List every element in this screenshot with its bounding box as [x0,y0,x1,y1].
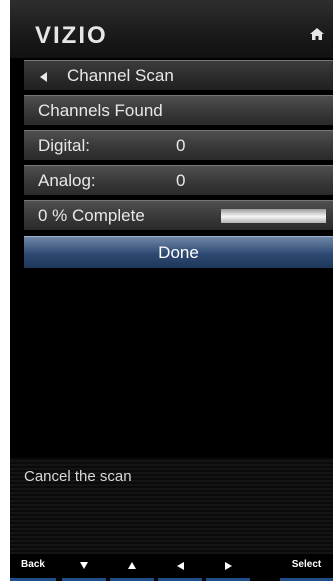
menu-title-row[interactable]: Channel Scan [24,60,333,90]
down-arrow-icon [80,562,88,569]
analog-label: Analog: [38,171,96,190]
progress-label: 0 % Complete [38,206,145,225]
right-button[interactable] [206,554,250,581]
header: VIZIO [10,0,333,58]
tv-menu-panel: VIZIO Channel Scan Channels Found Digita… [10,0,333,581]
remote-button-bar: Back Select [10,554,333,581]
home-icon[interactable] [309,26,325,42]
digital-count: 0 [176,136,186,155]
help-text: Cancel the scan [24,468,132,485]
left-button[interactable] [158,554,202,581]
down-button[interactable] [62,554,106,581]
done-button[interactable]: Done [24,236,333,268]
help-area: Cancel the scan [10,458,333,566]
digital-label: Digital: [38,136,90,155]
digital-row: Digital: 0 [24,130,333,160]
channels-found-label: Channels Found [38,101,163,120]
up-button[interactable] [110,554,154,581]
channels-found-row: Channels Found [24,95,333,125]
select-button[interactable]: Select [280,554,333,581]
progress-bar [221,209,326,223]
vizio-logo: VIZIO [35,22,108,49]
right-arrow-icon [224,562,232,570]
analog-row: Analog: 0 [24,165,333,195]
progress-row: 0 % Complete [24,200,333,230]
up-arrow-icon [128,562,136,569]
back-arrow-icon[interactable] [40,72,47,82]
analog-count: 0 [176,171,186,190]
left-arrow-icon [176,562,184,570]
back-button[interactable]: Back [10,554,56,581]
menu-title: Channel Scan [67,66,174,85]
